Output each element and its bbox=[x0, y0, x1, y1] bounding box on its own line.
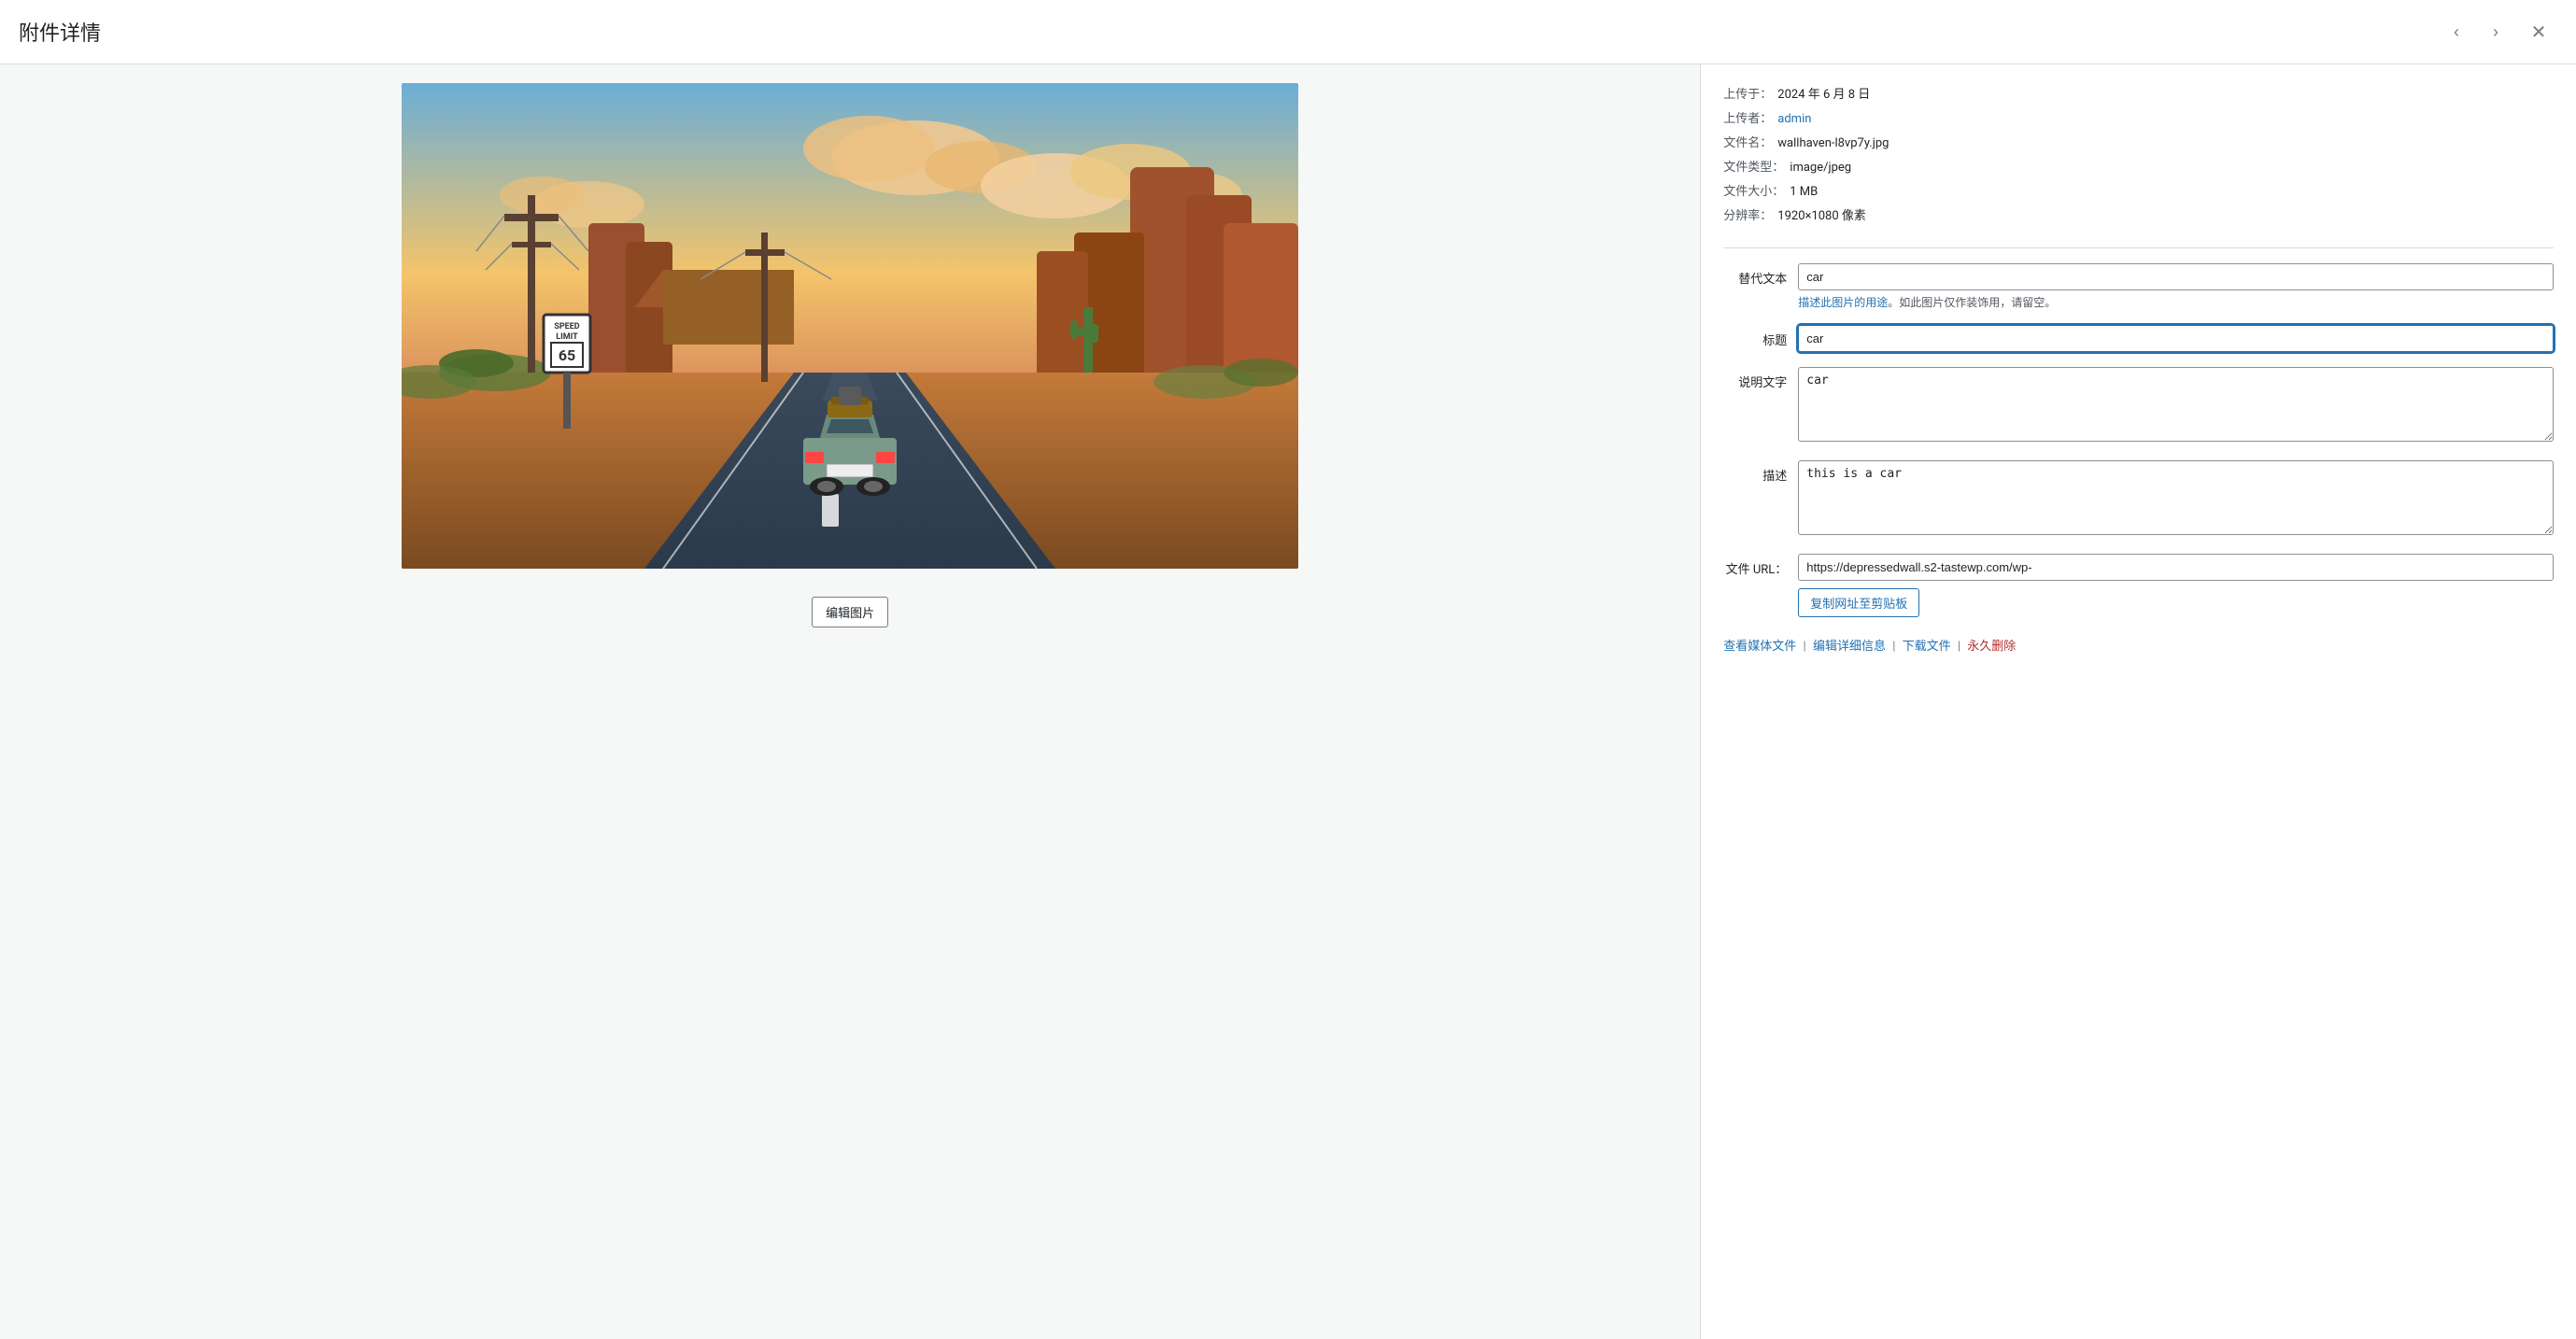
filename-value: wallhaven-l8vp7y.jpg bbox=[1777, 132, 1889, 156]
url-input[interactable] bbox=[1798, 554, 2554, 581]
image-container: SPEED LIMIT 65 bbox=[402, 83, 1298, 627]
resolution-label: 分辨率： bbox=[1723, 204, 1772, 229]
filesize-value: 1 MB bbox=[1790, 180, 1818, 204]
action-links: 查看媒体文件 | 编辑详细信息 | 下载文件 | 永久删除 bbox=[1723, 636, 2554, 654]
separator-2: | bbox=[1892, 640, 1895, 654]
filename-label: 文件名： bbox=[1723, 132, 1772, 156]
modal-header: 附件详情 ‹ › ✕ bbox=[0, 0, 2576, 64]
url-input-row bbox=[1798, 554, 2554, 581]
filename-row: 文件名： wallhaven-l8vp7y.jpg bbox=[1723, 132, 2554, 156]
nav-buttons: ‹ › ✕ bbox=[2438, 13, 2557, 50]
url-label: 文件 URL： bbox=[1723, 554, 1798, 577]
attachment-detail-modal: 附件详情 ‹ › ✕ bbox=[0, 0, 2576, 1339]
copy-url-button[interactable]: 复制网址至剪贴板 bbox=[1798, 588, 1919, 617]
uploader-row: 上传者： admin bbox=[1723, 107, 2554, 132]
svg-text:65: 65 bbox=[559, 346, 575, 364]
download-file-link[interactable]: 下载文件 bbox=[1903, 640, 1951, 654]
separator-1: | bbox=[1804, 640, 1806, 654]
svg-text:LIMIT: LIMIT bbox=[556, 332, 578, 342]
upload-date-row: 上传于： 2024 年 6 月 8 日 bbox=[1723, 83, 2554, 107]
alt-text-row: 替代文本 描述此图片的用途。如此图片仅作装饰用，请留空。 bbox=[1723, 263, 2554, 310]
prev-button[interactable]: ‹ bbox=[2438, 13, 2475, 50]
image-panel: SPEED LIMIT 65 bbox=[0, 64, 1700, 1339]
alt-text-label: 替代文本 bbox=[1723, 263, 1798, 287]
upload-date-label: 上传于： bbox=[1723, 83, 1772, 107]
delete-link[interactable]: 永久删除 bbox=[1967, 640, 2016, 654]
url-wrap: 复制网址至剪贴板 bbox=[1798, 554, 2554, 617]
alt-text-hint: 描述此图片的用途。如此图片仅作装饰用，请留空。 bbox=[1798, 294, 2554, 310]
upload-date-value: 2024 年 6 月 8 日 bbox=[1777, 83, 1870, 107]
title-input[interactable] bbox=[1798, 325, 2554, 352]
chevron-left-icon: ‹ bbox=[2454, 22, 2459, 42]
chevron-right-icon: › bbox=[2493, 22, 2498, 42]
description-textarea[interactable] bbox=[1798, 460, 2554, 535]
uploader-label: 上传者： bbox=[1723, 107, 1772, 132]
caption-row: 说明文字 bbox=[1723, 367, 2554, 445]
next-button[interactable]: › bbox=[2477, 13, 2514, 50]
info-panel: 上传于： 2024 年 6 月 8 日 上传者： admin 文件名： wall… bbox=[1700, 64, 2576, 1339]
title-wrap bbox=[1798, 325, 2554, 352]
filesize-row: 文件大小： 1 MB bbox=[1723, 180, 2554, 204]
description-row: 描述 bbox=[1723, 460, 2554, 539]
close-button[interactable]: ✕ bbox=[2520, 13, 2557, 50]
close-icon: ✕ bbox=[2531, 21, 2547, 44]
filetype-row: 文件类型： image/jpeg bbox=[1723, 156, 2554, 180]
edit-image-button[interactable]: 编辑图片 bbox=[812, 597, 888, 627]
title-label: 标题 bbox=[1723, 325, 1798, 348]
scene-svg: SPEED LIMIT 65 bbox=[402, 83, 1298, 569]
uploader-link[interactable]: admin bbox=[1777, 107, 1811, 132]
attachment-image: SPEED LIMIT 65 bbox=[402, 83, 1298, 569]
resolution-value: 1920×1080 像素 bbox=[1777, 204, 1866, 229]
view-media-link[interactable]: 查看媒体文件 bbox=[1723, 640, 1796, 654]
alt-text-hint-link[interactable]: 描述此图片的用途 bbox=[1798, 296, 1888, 309]
title-row: 标题 bbox=[1723, 325, 2554, 352]
url-row: 文件 URL： 复制网址至剪贴板 bbox=[1723, 554, 2554, 617]
filetype-value: image/jpeg bbox=[1790, 156, 1851, 180]
page-title: 附件详情 bbox=[19, 17, 2438, 47]
resolution-row: 分辨率： 1920×1080 像素 bbox=[1723, 204, 2554, 229]
caption-wrap bbox=[1798, 367, 2554, 445]
alt-text-hint-text: 。如此图片仅作装饰用，请留空。 bbox=[1888, 296, 2056, 309]
file-metadata: 上传于： 2024 年 6 月 8 日 上传者： admin 文件名： wall… bbox=[1723, 83, 2554, 229]
svg-text:SPEED: SPEED bbox=[554, 322, 579, 331]
filetype-label: 文件类型： bbox=[1723, 156, 1784, 180]
modal-body: SPEED LIMIT 65 bbox=[0, 64, 2576, 1339]
filesize-label: 文件大小： bbox=[1723, 180, 1784, 204]
separator-3: | bbox=[1958, 640, 1960, 654]
caption-label: 说明文字 bbox=[1723, 367, 1798, 390]
divider bbox=[1723, 247, 2554, 248]
alt-text-input[interactable] bbox=[1798, 263, 2554, 290]
caption-textarea[interactable] bbox=[1798, 367, 2554, 442]
description-wrap bbox=[1798, 460, 2554, 539]
edit-details-link[interactable]: 编辑详细信息 bbox=[1813, 640, 1886, 654]
alt-text-wrap: 描述此图片的用途。如此图片仅作装饰用，请留空。 bbox=[1798, 263, 2554, 310]
description-label: 描述 bbox=[1723, 460, 1798, 484]
